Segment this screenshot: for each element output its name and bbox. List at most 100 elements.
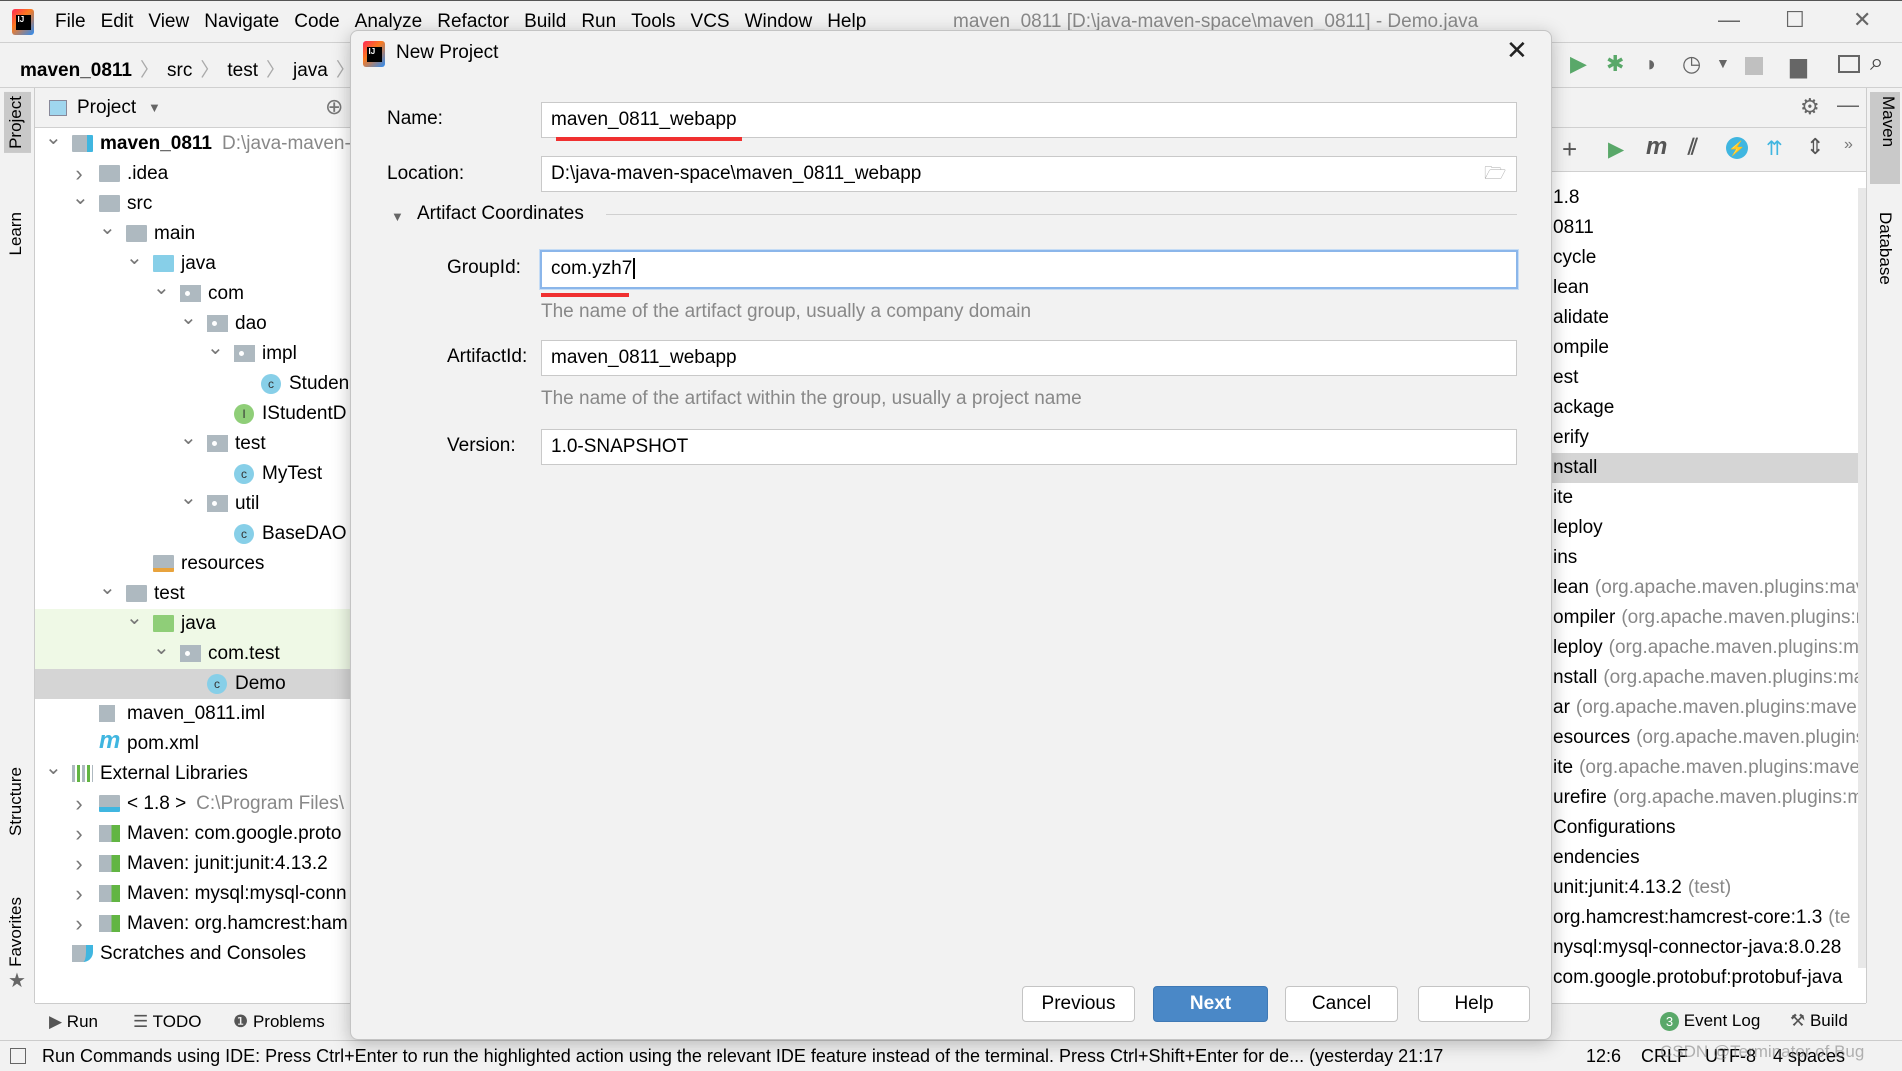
menu-help[interactable]: Help: [827, 11, 866, 32]
debug-icon[interactable]: ✱: [1606, 51, 1624, 77]
search-icon[interactable]: ⌕: [1870, 49, 1883, 77]
browse-folder-icon[interactable]: 🗁: [1484, 161, 1506, 191]
chevron-down-icon[interactable]: ⌄: [180, 423, 197, 453]
tree-item[interactable]: c BaseDAO: [35, 519, 350, 549]
collapse-all-icon[interactable]: ⇕: [1806, 134, 1824, 160]
chevron-down-icon[interactable]: ⌄: [180, 303, 197, 333]
tree-item[interactable]: ⌄ main: [35, 217, 350, 249]
locate-icon[interactable]: ⊕: [325, 94, 343, 120]
maven-tree-item[interactable]: leploy: [1552, 513, 1866, 543]
problems-tool-tab[interactable]: ❶ Problems: [233, 1012, 325, 1032]
maven-goal-icon[interactable]: m: [1646, 133, 1667, 161]
tree-item[interactable]: › < 1.8 > C:\Program Files\: [35, 789, 350, 819]
offline-icon[interactable]: ⚡: [1726, 137, 1748, 159]
menu-code[interactable]: Code: [294, 11, 339, 32]
menu-window[interactable]: Window: [745, 11, 813, 32]
chevron-down-icon[interactable]: ⌄: [207, 333, 224, 363]
menu-vcs[interactable]: VCS: [691, 11, 730, 32]
dropdown-icon[interactable]: ▼: [1716, 55, 1730, 71]
maven-tree-item[interactable]: cycle: [1552, 243, 1866, 273]
chevron-down-icon[interactable]: ⌄: [99, 213, 116, 243]
next-button[interactable]: Next: [1153, 986, 1268, 1022]
menu-file[interactable]: File: [55, 11, 86, 32]
maven-tree-item[interactable]: lean: [1552, 273, 1866, 303]
chevron-down-icon[interactable]: ⌄: [99, 573, 116, 603]
tree-item[interactable]: ⌄ src: [35, 187, 350, 219]
caret-position[interactable]: 12:6: [1586, 1046, 1621, 1067]
maven-tree-item[interactable]: ins: [1552, 543, 1866, 573]
maven-tree-item[interactable]: ite: [1552, 483, 1866, 513]
menu-build[interactable]: Build: [524, 11, 566, 32]
chevron-down-icon[interactable]: ⌄: [126, 603, 143, 633]
tree-item[interactable]: ⌄ test: [35, 427, 350, 459]
maven-tree-item[interactable]: nstall (org.apache.maven.plugins:mav: [1552, 663, 1866, 693]
menu-navigate[interactable]: Navigate: [204, 11, 279, 32]
tree-item[interactable]: › Maven: mysql:mysql-conn: [35, 879, 350, 909]
maven-tree-item[interactable]: erify: [1552, 423, 1866, 453]
artifact-coordinates-section[interactable]: Artifact Coordinates: [417, 203, 584, 225]
tree-item[interactable]: resources: [35, 549, 350, 579]
location-input[interactable]: D:\java-maven-space\maven_0811_webapp: [541, 156, 1517, 192]
stop-icon[interactable]: [1745, 57, 1763, 75]
tree-item[interactable]: ⌄ impl: [35, 337, 350, 369]
chevron-down-icon[interactable]: ⌄: [180, 483, 197, 513]
learn-tool-tab[interactable]: Learn: [4, 208, 28, 259]
chevron-down-icon[interactable]: ⌄: [153, 273, 170, 303]
tree-item[interactable]: ⌄ util: [35, 487, 350, 519]
maven-tree-item[interactable]: 1.8: [1552, 183, 1866, 213]
chevron-down-icon[interactable]: ▼: [148, 100, 161, 115]
tree-item[interactable]: › Maven: com.google.proto: [35, 819, 350, 849]
help-button[interactable]: Help: [1418, 986, 1530, 1022]
project-view-selector[interactable]: Project: [77, 97, 136, 119]
maven-tree-item[interactable]: nysql:mysql-connector-java:8.0.28: [1552, 933, 1866, 963]
run-icon[interactable]: ▶: [1570, 51, 1587, 77]
project-tool-tab[interactable]: Project: [4, 92, 31, 153]
maven-tree-item[interactable]: alidate: [1552, 303, 1866, 333]
project-structure-icon[interactable]: ▆: [1790, 53, 1807, 79]
maven-tree-item[interactable]: ompiler (org.apache.maven.plugins:n: [1552, 603, 1866, 633]
chevron-right-icon[interactable]: ›: [72, 789, 86, 819]
close-window-button[interactable]: ✕: [1853, 7, 1871, 33]
menu-analyze[interactable]: Analyze: [355, 11, 423, 32]
menu-refactor[interactable]: Refactor: [437, 11, 509, 32]
tree-item[interactable]: ⌄ java: [35, 247, 350, 279]
collapse-triangle-icon[interactable]: ▼: [391, 209, 404, 224]
maven-tree-item[interactable]: leploy (org.apache.maven.plugins:ma: [1552, 633, 1866, 663]
expand-all-icon[interactable]: ⇈: [1766, 136, 1783, 161]
tree-item[interactable]: ⌄ com.test: [35, 637, 350, 669]
tree-item[interactable]: Scratches and Consoles: [35, 939, 350, 969]
tree-item[interactable]: ⌄ maven_0811 D:\java-maven-: [35, 127, 350, 159]
tree-item[interactable]: maven_0811.iml: [35, 699, 350, 729]
maven-tree-item[interactable]: urefire (org.apache.maven.plugins:ma: [1552, 783, 1866, 813]
name-input[interactable]: maven_0811_webapp: [541, 102, 1517, 138]
scrollbar[interactable]: [1858, 188, 1866, 968]
database-tool-tab[interactable]: Database: [1873, 208, 1897, 289]
tree-item[interactable]: › Maven: junit:junit:4.13.2: [35, 849, 350, 879]
breadcrumb-item[interactable]: maven_0811: [20, 60, 132, 81]
skip-tests-icon[interactable]: ⫽: [1688, 134, 1698, 160]
maven-tree-item[interactable]: unit:junit:4.13.2 (test): [1552, 873, 1866, 903]
groupid-input[interactable]: com.yzh7: [540, 250, 1518, 289]
maven-tree-item[interactable]: org.hamcrest:hamcrest-core:1.3 (te: [1552, 903, 1866, 933]
chevron-right-icon[interactable]: ›: [72, 879, 86, 909]
maven-tool-tab[interactable]: Maven: [1870, 92, 1900, 184]
maven-tree-item[interactable]: est: [1552, 363, 1866, 393]
close-icon[interactable]: ✕: [1506, 35, 1528, 66]
chevron-down-icon[interactable]: ⌄: [126, 243, 143, 273]
chevron-down-icon[interactable]: ⌄: [153, 633, 170, 663]
add-icon[interactable]: +: [1562, 134, 1577, 165]
maven-tree-item[interactable]: com.google.protobuf:protobuf-java: [1552, 963, 1866, 993]
chevron-down-icon[interactable]: ⌄: [45, 753, 62, 783]
hide-icon[interactable]: —: [1837, 92, 1859, 118]
minimize-button[interactable]: —: [1718, 7, 1740, 33]
version-input[interactable]: 1.0-SNAPSHOT: [541, 429, 1517, 465]
artifactid-input[interactable]: maven_0811_webapp: [541, 340, 1517, 376]
gear-icon[interactable]: ⚙: [1800, 94, 1820, 120]
maven-tree-item[interactable]: ite (org.apache.maven.plugins:maven: [1552, 753, 1866, 783]
previous-button[interactable]: Previous: [1022, 986, 1135, 1022]
tree-item[interactable]: c Studen: [35, 369, 350, 399]
tree-item[interactable]: c Demo: [35, 669, 350, 699]
menu-run[interactable]: Run: [581, 11, 616, 32]
tree-item[interactable]: ⌄ External Libraries: [35, 757, 350, 789]
tree-item[interactable]: m pom.xml: [35, 727, 350, 759]
